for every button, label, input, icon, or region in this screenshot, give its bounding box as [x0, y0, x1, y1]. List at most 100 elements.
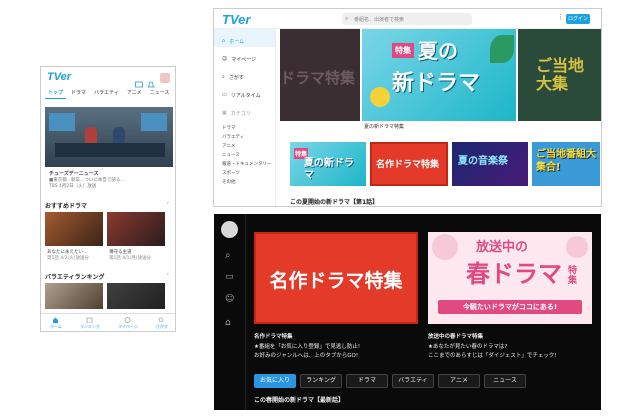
nav-ranking[interactable]: ランキング — [80, 317, 100, 330]
card-line2: 春ドラマ — [466, 260, 562, 288]
card-tag: 特集 — [568, 266, 578, 286]
sidebar-item-search[interactable]: ⌕ さがす — [214, 65, 275, 83]
home-icon[interactable]: ⌂ — [225, 318, 231, 328]
drama-thumbnail[interactable] — [45, 212, 103, 246]
tv-icon: ▭ — [222, 92, 227, 98]
avatar[interactable] — [221, 221, 238, 238]
search-icon[interactable]: ⌕ — [225, 250, 231, 261]
chip-news[interactable]: ニュース — [484, 374, 526, 388]
tab-drama[interactable]: ドラマ — [68, 87, 89, 99]
nav-label: ホーム — [50, 324, 62, 329]
nav-search[interactable]: さがす — [156, 317, 168, 330]
nav-home[interactable]: ホーム — [50, 317, 62, 330]
bottom-nav: ホーム ランキング マイページ さがす — [41, 313, 175, 331]
tv-app-screenshot: ⌕ ▭ ☺ ⌂ 名作ドラマ特集 放送中の 春ドラマ 特集 今観たいドラマがココに… — [214, 214, 601, 410]
user-icon[interactable]: ☺ — [225, 294, 234, 304]
search-input[interactable]: 番組名、出演者で検索 — [342, 13, 472, 25]
tab-anime[interactable]: アニメ — [124, 87, 145, 99]
card-line1: 放送中の — [476, 240, 529, 255]
chip-ranking[interactable]: ランキング — [300, 374, 342, 388]
top-bar: TVer 番組名、出演者で検索 ⌕ ⋮ ログイン — [214, 9, 601, 29]
thumb-text: 名作ドラマ特集 — [376, 160, 440, 170]
sidebar-sub-item[interactable]: その他 — [214, 179, 275, 188]
sidebar-label: ホーム — [229, 38, 245, 45]
section-title: バラエティランキング — [45, 274, 105, 281]
nav-label: さがす — [155, 324, 168, 329]
card-bar: 今観たいドラマがココにある! — [438, 300, 582, 314]
banner-line2: 新ドラマ — [392, 71, 481, 96]
card-desc: お好みのジャンルへは、上のタブからGO! — [254, 353, 359, 359]
chip-favorites[interactable]: お気に入り — [254, 374, 296, 388]
hero-thumbnail[interactable] — [45, 107, 173, 167]
hero-title: チューズデーニュース — [49, 171, 99, 177]
feature-thumbnail[interactable]: 名作ドラマ特集 — [370, 142, 448, 186]
thumb-text: 夏の新ドラマ — [304, 158, 354, 181]
feature-thumbnail[interactable]: 夏の音楽祭 — [452, 142, 528, 186]
tab-news[interactable]: ニュース — [147, 87, 173, 99]
feature-card-classic[interactable]: 名作ドラマ特集 — [254, 232, 418, 324]
variety-thumbnail[interactable] — [107, 283, 165, 309]
tab-top[interactable]: トップ — [45, 87, 67, 99]
user-icon: ☺ — [222, 56, 228, 62]
tab-variety[interactable]: バラエティ — [91, 87, 122, 99]
chevron-right-icon[interactable]: › — [167, 272, 169, 277]
search-icon: ⌕ — [222, 74, 225, 80]
bell-icon[interactable] — [147, 74, 155, 88]
sidebar-sub-item[interactable]: 報道・ドキュメンタリー — [214, 161, 275, 170]
app-logo[interactable]: TVer — [47, 71, 71, 83]
feature-thumbnail[interactable]: 特集 夏の新ドラマ — [290, 142, 366, 186]
banner-caption: 夏の新ドラマ特集 — [364, 124, 405, 130]
sidebar-sub-item[interactable]: アニメ — [214, 143, 275, 152]
sidebar-sub-item[interactable]: スポーツ — [214, 170, 275, 179]
chip-anime[interactable]: アニメ — [438, 374, 480, 388]
leaf-decoration — [490, 35, 514, 63]
flower-decoration — [432, 234, 458, 260]
banner-line1: 夏の — [418, 39, 458, 63]
banner-prev[interactable]: ドラマ特集 — [280, 29, 360, 121]
sidebar-sub-item[interactable]: バラエティ — [214, 134, 275, 143]
feature-card-spring[interactable]: 放送中の 春ドラマ 特集 今観たいドラマがココにある! — [428, 232, 592, 324]
mobile-app-screenshot: TVer トップ ドラマ バラエティ アニメ ニュース チューズデーニュース ■… — [40, 66, 176, 332]
nav-label: マイページ — [117, 324, 138, 329]
sidebar-item-category: ▦ カテゴリ — [214, 101, 275, 119]
chip-drama[interactable]: ドラマ — [346, 374, 388, 388]
chat-icon[interactable]: ▭ — [225, 272, 234, 282]
side-rail: ⌕ ▭ ☺ ⌂ — [214, 214, 246, 410]
variety-thumbnail[interactable] — [45, 283, 103, 309]
sidebar-item-realtime[interactable]: ▭ リアルタイム — [214, 83, 275, 101]
desktop-web-screenshot: TVer 番組名、出演者で検索 ⌕ ⋮ ログイン ⌂ ホーム ☺ マイページ ⌕ さが… — [213, 8, 602, 207]
banner-next[interactable]: ご当地大集 — [518, 29, 601, 121]
row-title: この夏開始の新ドラマ【第1話】 — [290, 199, 379, 206]
sidebar-label: カテゴリ — [230, 110, 251, 117]
row-title: この春開始の新ドラマ【最新話】 — [254, 397, 345, 404]
sidebar-label: さがす — [228, 74, 244, 81]
banner-text: ご当地大集 — [536, 56, 585, 93]
sidebar-item-home[interactable]: ⌂ ホーム — [214, 29, 275, 47]
site-logo[interactable]: TVer — [222, 12, 250, 27]
card-title: 名作ドラマ特集 — [254, 334, 293, 340]
home-icon: ⌂ — [222, 38, 226, 44]
more-icon[interactable]: ⋮ — [557, 13, 564, 21]
item-meta: 第1話 4/1(月)放送分 — [109, 256, 152, 261]
chip-variety[interactable]: バラエティ — [392, 374, 434, 388]
search-icon: ⌕ — [345, 15, 349, 22]
banner-main[interactable]: 特集 夏の 新ドラマ — [362, 29, 516, 121]
nav-label: ランキング — [79, 324, 100, 329]
thumb-text: 夏の音楽祭 — [458, 156, 508, 167]
login-button[interactable]: ログイン — [566, 14, 590, 24]
cast-icon[interactable] — [135, 74, 143, 88]
avatar-icon[interactable] — [160, 73, 170, 83]
fruit-decoration — [370, 87, 390, 107]
tag-badge: 特集 — [392, 43, 414, 58]
drama-thumbnail[interactable] — [107, 212, 165, 246]
chevron-right-icon[interactable]: › — [167, 201, 169, 206]
sidebar-label: マイページ — [231, 56, 257, 63]
section-title: おすすめドラマ — [45, 203, 88, 210]
grid-icon: ▦ — [222, 110, 227, 116]
feature-thumbnail[interactable]: ご当地番組大集合! — [532, 142, 600, 186]
sidebar-item-mypage[interactable]: ☺ マイページ — [214, 47, 275, 65]
nav-mypage[interactable]: マイページ — [118, 317, 138, 330]
sidebar-sub-item[interactable]: ドラマ — [214, 125, 275, 134]
card-desc: ★あなたが見たい春のドラマは? — [428, 344, 508, 350]
sidebar-sub-item[interactable]: ニュース — [214, 152, 275, 161]
